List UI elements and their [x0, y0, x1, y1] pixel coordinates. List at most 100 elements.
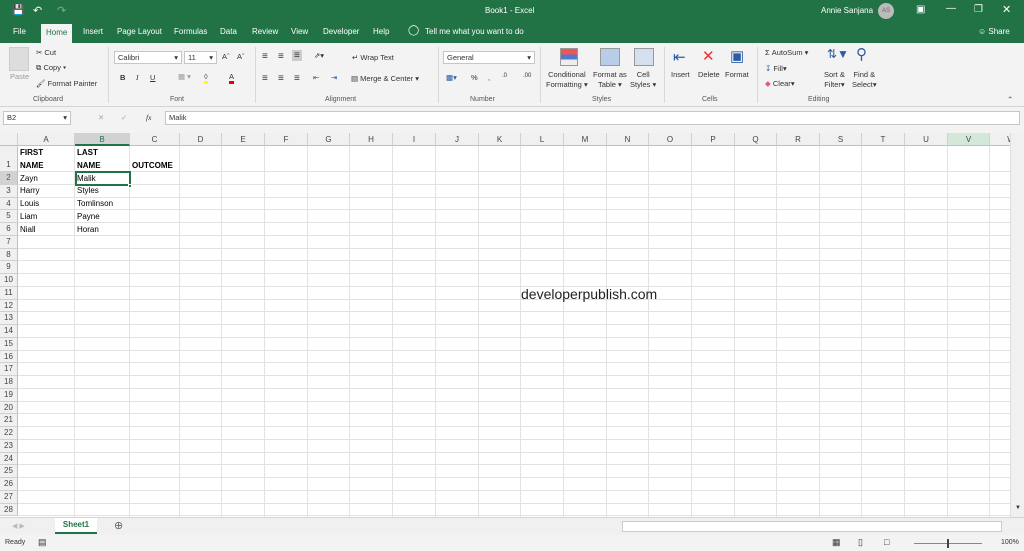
- select-all-corner[interactable]: [0, 133, 18, 146]
- increase-font-icon[interactable]: Aˆ: [222, 52, 230, 61]
- sort-filter-icon[interactable]: ⇅▼: [827, 47, 849, 61]
- cell-styles-icon[interactable]: [634, 48, 654, 66]
- macro-record-icon[interactable]: ▤: [38, 537, 47, 548]
- column-header-P[interactable]: P: [692, 133, 735, 146]
- borders-icon[interactable]: ▦ ▾: [178, 72, 191, 81]
- collapse-ribbon-icon[interactable]: ⌃: [1007, 95, 1013, 104]
- column-header-E[interactable]: E: [222, 133, 265, 146]
- column-header-D[interactable]: D: [180, 133, 222, 146]
- zoom-slider-thumb[interactable]: [947, 539, 949, 548]
- column-header-T[interactable]: T: [862, 133, 905, 146]
- font-color-icon[interactable]: A: [229, 72, 235, 84]
- cell-styles-button[interactable]: Cell Styles ▾: [630, 70, 656, 90]
- vertical-scrollbar[interactable]: ▼: [1010, 133, 1024, 517]
- accounting-format-icon[interactable]: ▩▾: [446, 73, 457, 82]
- cut-button[interactable]: ✂ Cut: [36, 48, 56, 57]
- tab-help[interactable]: Help: [373, 27, 389, 36]
- row-header-22[interactable]: 22: [0, 427, 18, 440]
- row-header-5[interactable]: 5: [0, 210, 18, 223]
- cell-B6[interactable]: Horan: [75, 225, 99, 234]
- row-header-28[interactable]: 28: [0, 503, 18, 517]
- number-format-select[interactable]: General ▾: [443, 51, 535, 64]
- cell-A3[interactable]: Harry: [18, 186, 40, 195]
- column-header-H[interactable]: H: [350, 133, 393, 146]
- row-header-21[interactable]: 21: [0, 414, 18, 427]
- redo-icon[interactable]: ↷: [57, 4, 66, 17]
- font-size-select[interactable]: 11 ▾: [184, 51, 217, 64]
- ribbon-display-icon[interactable]: ▣: [916, 4, 925, 15]
- zoom-slider[interactable]: [908, 538, 988, 548]
- format-cells-icon[interactable]: ▣: [730, 47, 744, 65]
- tab-view[interactable]: View: [291, 27, 308, 36]
- clear-button[interactable]: ◆ Clear▾: [765, 79, 795, 88]
- decrease-indent-icon[interactable]: ⇤: [313, 73, 319, 82]
- cell-A5[interactable]: Liam: [18, 212, 37, 221]
- percent-button[interactable]: %: [471, 73, 478, 82]
- conditional-formatting-button[interactable]: Conditional Formatting ▾: [546, 70, 588, 90]
- zoom-level[interactable]: 100%: [1001, 539, 1019, 546]
- row-header-23[interactable]: 23: [0, 439, 18, 453]
- autosum-button[interactable]: Σ AutoSum ▾: [765, 48, 808, 57]
- row-header-4[interactable]: 4: [0, 197, 18, 211]
- merge-center-button[interactable]: ▤ Merge & Center ▾: [351, 74, 419, 83]
- column-header-R[interactable]: R: [777, 133, 820, 146]
- column-header-G[interactable]: G: [308, 133, 350, 146]
- column-header-V[interactable]: V: [948, 133, 990, 146]
- decrease-font-icon[interactable]: Aˇ: [237, 52, 245, 61]
- underline-button[interactable]: U: [150, 73, 155, 82]
- cell-B4[interactable]: Tomlinson: [75, 199, 113, 208]
- avatar[interactable]: AS: [878, 3, 894, 19]
- row-header-18[interactable]: 18: [0, 376, 18, 389]
- tab-home[interactable]: Home: [41, 24, 73, 43]
- row-header-14[interactable]: 14: [0, 325, 18, 338]
- wrap-text-button[interactable]: ↵ Wrap Text: [352, 53, 394, 62]
- tab-developer[interactable]: Developer: [323, 27, 359, 36]
- column-header-J[interactable]: J: [436, 133, 479, 146]
- format-as-table-icon[interactable]: [600, 48, 620, 66]
- insert-cells-icon[interactable]: ⇤: [673, 48, 686, 66]
- row-header-16[interactable]: 16: [0, 350, 18, 364]
- magnifier-icon[interactable]: ⚲: [856, 45, 867, 63]
- row-header-7[interactable]: 7: [0, 235, 18, 249]
- row-header-17[interactable]: 17: [0, 363, 18, 376]
- close-icon[interactable]: ✕: [1002, 3, 1011, 16]
- row-header-8[interactable]: 8: [0, 248, 18, 262]
- add-sheet-icon[interactable]: ⊕: [114, 519, 123, 532]
- cell-A2[interactable]: Zayn: [18, 174, 38, 183]
- row-header-1[interactable]: 1: [0, 146, 18, 172]
- sheet-nav-icon[interactable]: ◀ ▶: [12, 522, 25, 530]
- share-button[interactable]: ☺ Share: [978, 27, 1010, 36]
- page-break-view-icon[interactable]: □: [884, 537, 889, 547]
- cell-B1[interactable]: NAME: [75, 161, 101, 170]
- paste-icon[interactable]: [9, 47, 29, 71]
- row-header-15[interactable]: 15: [0, 337, 18, 351]
- horizontal-scrollbar[interactable]: [622, 521, 1002, 532]
- minimize-icon[interactable]: —: [946, 3, 956, 14]
- column-header-C[interactable]: C: [130, 133, 180, 146]
- worksheet-grid[interactable]: ABCDEFGHIJKLMNOPQRSTUVW12345678910111213…: [0, 133, 1010, 517]
- copy-button[interactable]: ⧉ Copy ▾: [36, 63, 66, 73]
- orientation-icon[interactable]: ⇗▾: [314, 51, 324, 60]
- column-header-K[interactable]: K: [479, 133, 521, 146]
- column-header-S[interactable]: S: [820, 133, 862, 146]
- column-header-O[interactable]: O: [649, 133, 692, 146]
- cell-B3[interactable]: Styles: [75, 186, 99, 195]
- insert-function-button[interactable]: fx: [146, 113, 151, 122]
- cell-C1[interactable]: OUTCOME: [130, 161, 173, 170]
- page-layout-view-icon[interactable]: ▯: [858, 537, 863, 548]
- bottom-align-icon[interactable]: ≡: [292, 50, 302, 61]
- fill-button[interactable]: ↧ Fill▾: [765, 64, 787, 73]
- row-header-20[interactable]: 20: [0, 401, 18, 415]
- tab-data[interactable]: Data: [220, 27, 237, 36]
- column-header-F[interactable]: F: [265, 133, 308, 146]
- save-icon[interactable]: 💾: [12, 5, 24, 16]
- paste-button[interactable]: Paste: [10, 72, 29, 81]
- cancel-icon[interactable]: ✕: [98, 113, 104, 122]
- undo-icon[interactable]: ↶: [33, 4, 42, 17]
- enter-icon[interactable]: ✓: [121, 113, 127, 122]
- row-header-24[interactable]: 24: [0, 452, 18, 466]
- align-left-icon[interactable]: ≡: [262, 73, 268, 84]
- column-header-N[interactable]: N: [607, 133, 649, 146]
- format-as-table-button[interactable]: Format as Table ▾: [593, 70, 627, 90]
- column-header-B[interactable]: B: [75, 133, 130, 146]
